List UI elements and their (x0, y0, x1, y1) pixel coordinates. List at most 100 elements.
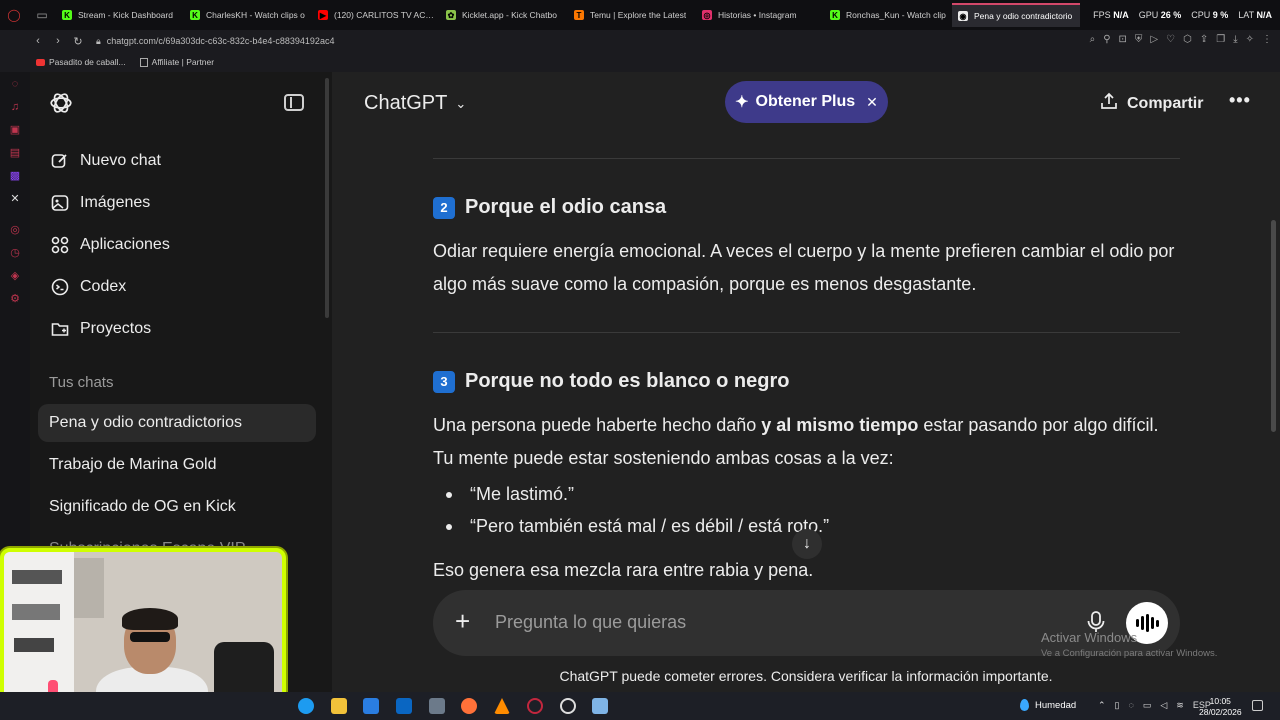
store-icon[interactable] (363, 698, 379, 714)
app-icon[interactable] (429, 698, 445, 714)
shield-icon[interactable]: ⛨ (1135, 34, 1143, 45)
sidebar-scrollbar[interactable] (325, 78, 329, 318)
divider (433, 332, 1180, 333)
firefox-icon[interactable] (461, 698, 477, 714)
history-icon[interactable]: ◷ (9, 247, 21, 259)
browser-tab[interactable]: K Ronchas_Kun - Watch clip (824, 3, 952, 27)
get-plus-button[interactable]: ✦ Obtener Plus ✕ (725, 81, 888, 123)
tab-favicon-icon: ◉ (958, 11, 968, 21)
terminal-icon (50, 277, 70, 297)
browser-tab[interactable]: ✿ Kicklet.app - Kick Chatbo (440, 3, 568, 27)
opera-gx-icon[interactable] (527, 698, 543, 714)
volume-icon[interactable]: ◁ (1160, 700, 1167, 711)
paragraph-text: Una persona puede haberte hecho daño (433, 415, 762, 435)
paragraph: Odiar requiere energía emocional. A vece… (433, 241, 1175, 294)
bookmark-affiliate[interactable]: Affiliate | Partner (139, 57, 215, 67)
sidebar-item-codex[interactable]: Codex (50, 272, 126, 302)
browser-menu-icon[interactable]: ⋮ (1262, 34, 1272, 45)
main-scrollbar[interactable] (1271, 220, 1276, 432)
number-badge-icon: 3 (433, 370, 455, 393)
sidebar-item-images[interactable]: Imágenes (50, 188, 150, 218)
browser-tab[interactable]: K Stream - Kick Dashboard (56, 3, 184, 27)
settings-icon[interactable]: ⚙ (9, 293, 21, 305)
taskbar-clock[interactable]: 10:05 28/02/2026 (1199, 696, 1242, 718)
more-options-icon[interactable]: ••• (1229, 90, 1251, 111)
x-icon[interactable]: ✕ (9, 193, 21, 205)
bookmark-pasadito[interactable]: Pasadito de caball... (36, 57, 126, 67)
chat-item[interactable]: Trabajo de Marina Gold (38, 446, 316, 484)
tray-app-icon[interactable]: ◌ (1129, 700, 1134, 711)
screenshot-icon[interactable]: ⊡ (1119, 34, 1127, 45)
chevron-up-icon[interactable]: ⌃ (1098, 700, 1106, 711)
url-field[interactable]: 🔒︎ chatgpt.com/c/69a303dc-c63c-832c-b4e4… (96, 36, 334, 47)
cube-icon[interactable]: ◈ (9, 270, 21, 282)
download-icon[interactable]: ⤓ (1233, 34, 1237, 45)
tray-app-icon[interactable]: ▯ (1115, 700, 1120, 711)
wifi-icon[interactable]: ≋ (1176, 700, 1184, 711)
browser-tab[interactable]: ◎ Historias • Instagram (696, 3, 824, 27)
openai-logo-icon[interactable] (48, 90, 74, 116)
lat-label: LAT (1238, 10, 1254, 20)
url-text: chatgpt.com/c/69a303dc-c63c-832c-b4e4-c8… (106, 36, 335, 46)
obs-icon[interactable] (560, 698, 576, 714)
music-icon[interactable]: ♫ (9, 101, 21, 113)
messenger-icon[interactable]: ▣ (9, 124, 21, 136)
webcam-object (74, 558, 104, 618)
back-icon[interactable]: ‹ (28, 35, 48, 47)
prompt-input[interactable]: Pregunta lo que quieras (495, 612, 686, 633)
fps-label: FPS (1093, 10, 1111, 20)
opera-icon[interactable]: ◌ (9, 78, 21, 90)
browser-tab[interactable]: T Temu | Explore the Latest (568, 3, 696, 27)
windows-taskbar: Humedad ⌃ ▯ ◌ ▭ ◁ ≋ ESP 10:05 28/02/2026 (0, 692, 1280, 720)
sidebar-item-new-chat[interactable]: Nuevo chat (50, 146, 161, 176)
extensions-icon[interactable]: ⬡ (1183, 34, 1192, 45)
zoom-icon[interactable]: ⌕ (1090, 34, 1096, 45)
news-icon[interactable]: ▤ (9, 147, 21, 159)
bookmark-label: Affiliate | Partner (151, 57, 215, 67)
tray-app-icon[interactable]: ▭ (1143, 700, 1152, 711)
sidebar-item-label: Nuevo chat (80, 152, 161, 169)
chat-item-active[interactable]: Pena y odio contradictorios (38, 404, 316, 442)
model-selector[interactable]: ChatGPT ⌄ (364, 92, 466, 115)
app-icon[interactable] (592, 698, 608, 714)
browser-tab[interactable]: ◉ Pena y odio contradictorio (952, 3, 1080, 27)
sidebar-item-apps[interactable]: Aplicaciones (50, 230, 170, 260)
waveform-icon (1135, 619, 1139, 627)
sidebar-toggle-icon[interactable] (284, 94, 304, 111)
forward-icon[interactable]: › (48, 35, 68, 47)
section-title: Porque el odio cansa (465, 196, 667, 218)
weather-widget[interactable]: Humedad (1020, 699, 1076, 711)
file-explorer-icon[interactable] (331, 698, 347, 714)
browser-tab[interactable]: ▶ (120) CARLITOS TV ACLA (312, 3, 440, 27)
lock-icon: 🔒︎ (96, 35, 101, 46)
heart-icon[interactable]: ♡ (1166, 34, 1175, 45)
chat-title: Pena y odio contradictorios (49, 414, 242, 431)
reload-icon[interactable]: ↻ (68, 35, 88, 48)
vlc-icon[interactable] (494, 698, 510, 714)
pin-icon[interactable]: ⚲ (1103, 34, 1110, 45)
webcam-person-hair (122, 608, 178, 630)
tab-favicon-icon: ✿ (446, 10, 456, 20)
scroll-down-button[interactable]: ↓ (792, 529, 822, 559)
tab-menu-icon[interactable]: ▭ (28, 0, 56, 30)
document-icon (139, 57, 148, 67)
share-page-icon[interactable]: ⇪ (1200, 34, 1208, 45)
player-icon[interactable]: ◎ (9, 224, 21, 236)
play-icon[interactable]: ▷ (1150, 34, 1158, 45)
add-attachment-icon[interactable]: + (455, 606, 470, 637)
share-button[interactable]: Compartir (1100, 92, 1203, 115)
opera-logo-icon[interactable]: ◯ (0, 0, 28, 30)
sidebar-item-projects[interactable]: Proyectos (50, 314, 151, 344)
edge-icon[interactable] (298, 698, 314, 714)
browser-tab[interactable]: K CharlesKH - Watch clips o (184, 3, 312, 27)
notification-icon[interactable] (1252, 700, 1263, 711)
ai-icon[interactable]: ✧ (1246, 34, 1254, 45)
outlook-icon[interactable] (396, 698, 412, 714)
chat-item[interactable]: Significado de OG en Kick (38, 488, 316, 526)
waveform-icon (1155, 619, 1159, 627)
twitch-icon[interactable]: ▩ (9, 170, 21, 182)
edit-icon (50, 151, 70, 171)
close-icon[interactable]: ✕ (866, 94, 878, 111)
copy-icon[interactable]: ❐ (1216, 34, 1225, 45)
share-icon (1100, 92, 1118, 115)
